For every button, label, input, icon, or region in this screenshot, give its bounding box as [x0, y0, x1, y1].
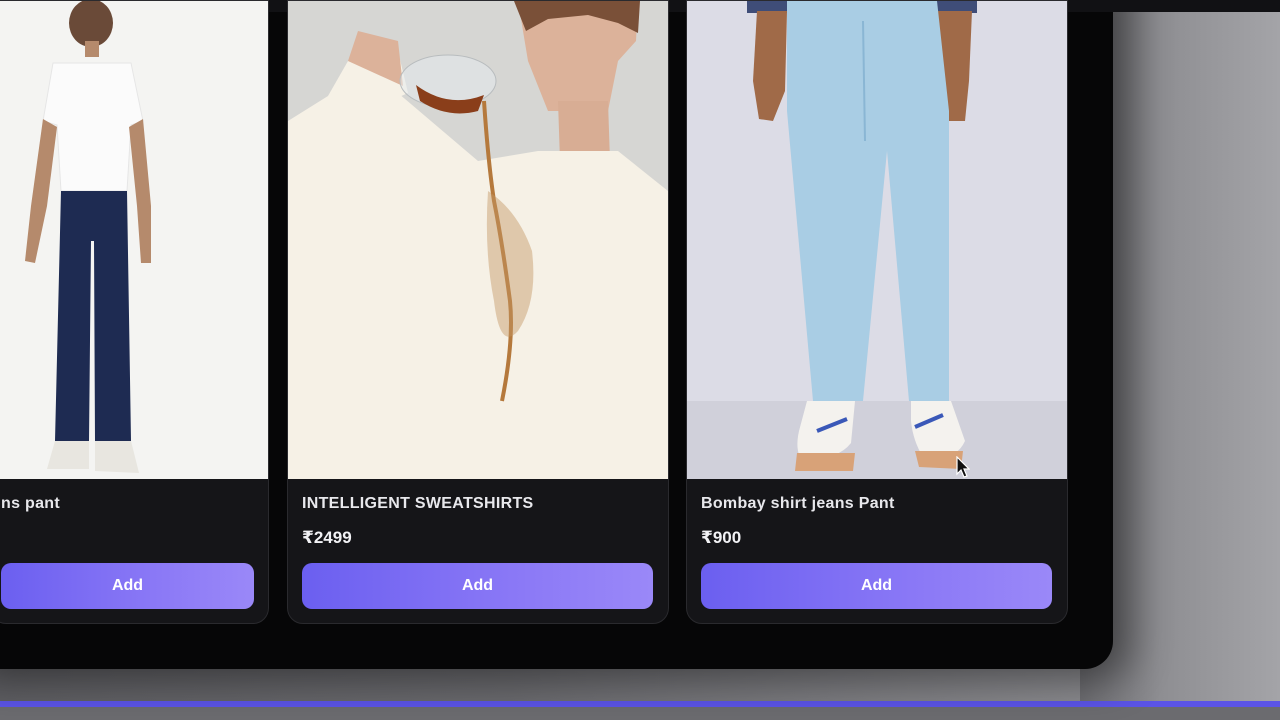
- progress-bar: [0, 701, 1280, 707]
- add-to-cart-button[interactable]: Add: [1, 563, 254, 609]
- add-to-cart-button[interactable]: Add: [701, 563, 1052, 609]
- product-card[interactable]: Bombay shirt jeans Pant ₹900 Add: [686, 0, 1068, 624]
- product-price: ₹2499: [302, 528, 352, 547]
- product-title: INTELLIGENT SWEATSHIRTS: [302, 495, 534, 512]
- product-card[interactable]: ns pant Add: [0, 0, 269, 624]
- product-image[interactable]: [288, 1, 668, 479]
- product-title: Bombay shirt jeans Pant: [701, 495, 895, 512]
- add-to-cart-button[interactable]: Add: [302, 563, 653, 609]
- product-price: ₹900: [701, 528, 742, 547]
- product-image[interactable]: [687, 1, 1067, 479]
- arrow-pointer-icon: [956, 456, 970, 478]
- product-title: ns pant: [1, 495, 60, 512]
- product-card[interactable]: INTELLIGENT SWEATSHIRTS ₹2499 Add: [287, 0, 669, 624]
- backdrop-bottom: [0, 707, 1280, 720]
- product-image[interactable]: [0, 1, 268, 479]
